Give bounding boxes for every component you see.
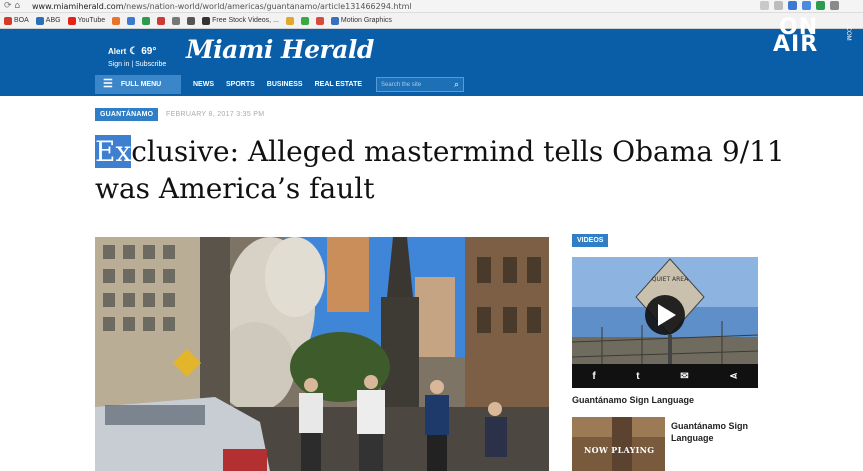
bookmark-favicon-icon [187,16,196,25]
bookmark-favicon-icon [285,16,294,25]
extension-icon[interactable] [802,1,811,10]
bookmark-favicon-icon [67,16,76,25]
bookmark-label: ABG [45,17,61,24]
bookmark-item[interactable] [127,16,136,25]
headline-line2: was America’s fault [95,172,375,205]
bookmark-favicon-icon [202,16,211,25]
bookmark-label: Free Stock Videos, ... [212,17,279,24]
bookmark-label: YouTube [77,17,106,24]
share-icon[interactable]: ⋖ [729,371,737,382]
site-logo[interactable]: Miami Herald [186,35,374,64]
bookmark-item[interactable]: BOA [4,16,29,25]
bookmark-item[interactable]: YouTube [67,16,106,25]
nav-link-sports[interactable]: SPORTS [226,81,255,88]
onair-line2: AIR [773,32,819,57]
email-icon[interactable]: ✉ [680,371,688,382]
extension-icons [760,1,839,10]
bookmark-item[interactable] [172,16,181,25]
bookmark-item[interactable] [187,16,196,25]
bookmark-item[interactable] [285,16,294,25]
browser-nav-icons[interactable]: ⟳ ⌂ [4,1,20,11]
section-badge[interactable]: GUANTÁNAMO [95,108,159,121]
bookmark-item[interactable] [315,16,324,25]
bookmark-item[interactable] [300,16,309,25]
facebook-icon[interactable]: f [592,371,595,382]
article-date: FEBRUARY 8, 2017 3:35 PM [166,111,265,118]
bookmark-favicon-icon [112,16,121,25]
bookmark-favicon-icon [172,16,181,25]
videos-badge[interactable]: VIDEOS [572,234,609,247]
search-icon[interactable]: ⌕ [454,79,459,90]
weather-temp: 69° [141,46,157,57]
moon-icon: ☾ [129,46,139,57]
article-photo[interactable] [95,237,549,471]
now-playing-label: NOW PLAYING [584,445,655,455]
video-thumbnail-2[interactable]: NOW PLAYING [572,417,665,471]
nav-link-news[interactable]: NEWS [193,81,214,88]
bookmark-favicon-icon [4,16,12,25]
main-nav: ☰ FULL MENU NEWS SPORTS BUSINESS REAL ES… [95,75,465,94]
bookmark-label: Motion Graphics [340,17,392,24]
star-icon[interactable] [774,1,783,10]
bookmark-favicon-icon [330,16,339,25]
full-menu-button[interactable]: ☰ FULL MENU [95,75,181,94]
search-placeholder: Search the site [381,81,422,88]
bookmark-label: BOA [14,17,29,24]
extension-icon[interactable] [816,1,825,10]
bookmarks-bar: BOA ABG YouTube Free Stock Videos, ... Motio… [0,13,863,29]
bookmark-favicon-icon [127,16,136,25]
headline-selected-text: Ex [95,135,132,168]
bookmark-item[interactable]: Motion Graphics [330,16,392,25]
nav-link-business[interactable]: BUSINESS [267,81,303,88]
url-field[interactable]: www.miamiherald.com/news/nation-world/wo… [32,1,742,12]
url-host: www.miamiherald.com [32,2,124,11]
browser-address-bar[interactable]: ⟳ ⌂ www.miamiherald.com/news/nation-worl… [0,0,863,13]
headline-line1: clusive: Alleged mastermind tells Obama … [131,135,785,168]
bookmark-favicon-icon [142,16,151,25]
video-1-title[interactable]: Guantánamo Sign Language [572,395,694,405]
extension-icon[interactable] [830,1,839,10]
bookmark-favicon-icon [315,16,324,25]
bookmark-item[interactable] [142,16,151,25]
bookmark-item[interactable] [157,16,166,25]
article-headline: Exclusive: Alleged mastermind tells Obam… [95,133,815,207]
onair-small: .COM [845,25,851,41]
sign-text: QUIET AREA [652,276,689,283]
extension-icon[interactable] [788,1,797,10]
twitter-icon[interactable]: t [636,371,639,382]
bookmark-favicon-icon [300,16,309,25]
alert-label: Alert [108,47,127,56]
bookmark-favicon-icon [35,16,44,25]
full-menu-label: FULL MENU [120,81,162,88]
extension-icon[interactable] [760,1,769,10]
bookmark-favicon-icon [157,16,166,25]
url-path: /news/nation-world/world/americas/guanta… [123,2,412,11]
search-input[interactable]: Search the site ⌕ [376,77,465,92]
bookmark-item[interactable]: ABG [35,16,61,25]
signin-subscribe-link[interactable]: Sign in | Subscribe [108,61,166,68]
bookmark-item[interactable] [112,16,121,25]
bookmark-item[interactable]: Free Stock Videos, ... [202,16,279,25]
share-bar: f t ✉ ⋖ [572,364,758,388]
weather-alert[interactable]: Alert ☾ 69° [108,46,156,57]
hamburger-icon: ☰ [103,78,113,90]
onair-watermark: ON AIR .COM [771,17,863,59]
video-2-title[interactable]: Guantánamo Sign Language [671,420,763,444]
nav-link-real-estate[interactable]: REAL ESTATE [315,81,362,88]
